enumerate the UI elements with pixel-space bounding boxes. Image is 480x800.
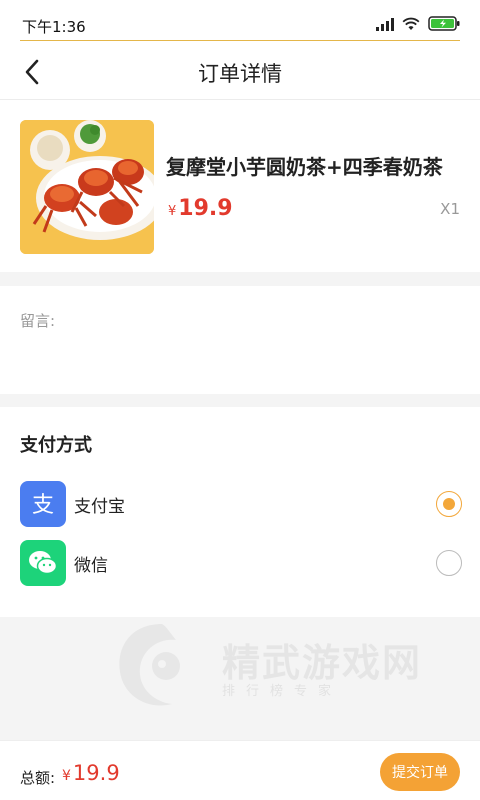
total-value: 19.9 [72,761,120,785]
payment-heading: 支付方式 [20,435,92,456]
signal-icon [376,17,394,31]
payment-option-label: 支付宝 [74,496,125,517]
total-amount: ¥ 19.9 [62,761,120,785]
watermark-subtitle: 排行榜专家 [222,684,343,699]
status-divider [20,40,460,41]
product-price: ¥ 19.9 [168,196,233,221]
submit-order-button[interactable]: 提交订单 [380,753,460,791]
price-amount: 19.9 [178,196,233,221]
status-time: 下午1:36 [22,18,86,36]
alipay-icon: 支 [20,481,66,527]
payment-option-wechat[interactable]: 微信 [20,540,462,586]
total-currency: ¥ [62,768,71,784]
product-name: 复摩堂小芋圆奶茶+四季春奶茶 [166,155,443,179]
payment-option-alipay[interactable]: 支 支付宝 [20,481,462,527]
payment-option-label: 微信 [74,555,108,576]
product-card: 复摩堂小芋圆奶茶+四季春奶茶 ¥ 19.9 X1 [0,100,480,272]
battery-icon [428,16,460,31]
svg-text:支: 支 [32,493,54,518]
product-image [20,120,154,254]
radio-selected[interactable] [436,491,462,517]
remark-section[interactable]: 留言: [0,286,480,394]
payment-section: 支付方式 支 支付宝 微信 [0,407,480,617]
price-currency: ¥ [168,204,177,219]
watermark-title: 精武游戏网 [222,641,423,685]
page-title: 订单详情 [198,62,282,86]
watermark-logo-icon [119,624,180,706]
total-label: 总额: [20,769,56,787]
watermark: 精武游戏网 排行榜专家 [110,614,460,714]
status-icons [376,16,460,31]
radio-unselected[interactable] [436,550,462,576]
wifi-icon [402,17,420,31]
remark-label: 留言: [20,312,56,330]
checkout-bar: 总额: ¥ 19.9 提交订单 [0,740,480,800]
product-quantity: X1 [440,200,460,218]
nav-bar: 订单详情 [0,42,480,100]
wechat-icon [20,540,66,586]
status-bar: 下午1:36 [0,0,480,42]
